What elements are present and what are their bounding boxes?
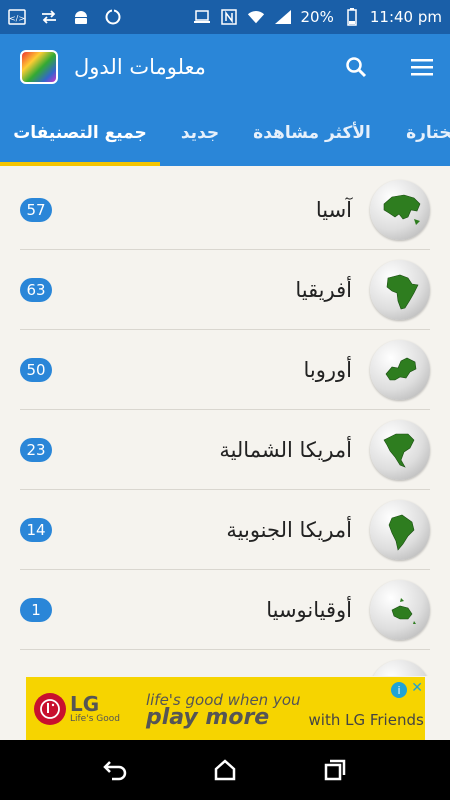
sync-arrows-icon [40, 8, 58, 26]
item-label: أوروبا [303, 357, 352, 382]
count-badge: 1 [20, 597, 52, 622]
search-icon[interactable] [342, 53, 370, 81]
list-item-partial[interactable] [20, 650, 430, 676]
south-america-globe-icon [370, 499, 430, 560]
signal-icon [274, 8, 292, 26]
count-badge: 50 [20, 357, 52, 382]
ad-banner[interactable]: LG Life's Good life's good when you play… [26, 677, 425, 740]
globe-icon [370, 660, 430, 676]
ad-slogan-line2: play more [145, 704, 270, 730]
info-icon[interactable]: i [391, 682, 407, 698]
nfc-icon [220, 8, 238, 26]
count-badge: 23 [20, 437, 52, 462]
list-item-oceania[interactable]: 1 أوقيانوسيا [20, 570, 430, 650]
item-label: أمريكا الجنوبية [226, 517, 352, 542]
close-icon[interactable]: ✕ [411, 680, 423, 696]
ad-brand-tagline: Life's Good [70, 713, 120, 724]
recent-apps-icon[interactable] [315, 750, 355, 790]
app-bar: معلومات الدول [0, 34, 450, 100]
list-item-asia[interactable]: 57 آسيا [20, 170, 430, 250]
system-nav-bar [0, 740, 450, 800]
count-badge: 14 [20, 517, 52, 542]
battery-percentage: 20% [300, 8, 334, 26]
asia-globe-icon [370, 179, 430, 240]
item-label: أمريكا الشمالية [219, 437, 352, 462]
status-bar: </> 20% 11:40 pm [0, 0, 450, 34]
laptop-icon [193, 8, 211, 26]
menu-icon[interactable] [408, 53, 436, 81]
continent-list: 57 آسيا 63 أفريقيا 50 أوروبا 23 أمريكا ا… [0, 166, 450, 676]
lg-logo-icon [34, 692, 66, 725]
battery-icon [343, 8, 361, 26]
tab-all-categories[interactable]: جميع التصنيفات [0, 100, 160, 166]
back-icon[interactable] [95, 750, 135, 790]
home-icon[interactable] [205, 750, 245, 790]
count-badge: 63 [20, 277, 52, 302]
north-america-globe-icon [370, 419, 430, 480]
android-icon [72, 8, 90, 26]
list-item-north-america[interactable]: 23 أمريكا الشمالية [20, 410, 430, 490]
oceania-globe-icon [370, 579, 430, 640]
app-logo-icon [20, 50, 58, 84]
item-label: أفريقيا [295, 277, 352, 302]
ad-friends: with LG Friends [308, 710, 424, 729]
circle-notification-icon [104, 8, 122, 26]
africa-globe-icon [370, 259, 430, 320]
app-title: معلومات الدول [74, 55, 206, 79]
tab-most-viewed[interactable]: الأكثر مشاهدة [250, 100, 374, 166]
count-badge: 57 [20, 197, 52, 222]
svg-text:</>: </> [9, 14, 25, 23]
clock: 11:40 pm [369, 8, 442, 26]
list-item-africa[interactable]: 63 أفريقيا [20, 250, 430, 330]
europe-globe-icon [370, 339, 430, 400]
tab-featured[interactable]: مختارة [396, 100, 450, 166]
category-tabs: جميع التصنيفات جديد الأكثر مشاهدة مختارة [0, 100, 450, 166]
ad-brand: LG [70, 691, 100, 716]
code-icon: </> [8, 8, 26, 26]
list-item-europe[interactable]: 50 أوروبا [20, 330, 430, 410]
wifi-icon [247, 8, 265, 26]
list-item-south-america[interactable]: 14 أمريكا الجنوبية [20, 490, 430, 570]
item-label: أوقيانوسيا [266, 597, 352, 622]
item-label: آسيا [315, 197, 352, 222]
tab-new[interactable]: جديد [172, 100, 228, 166]
